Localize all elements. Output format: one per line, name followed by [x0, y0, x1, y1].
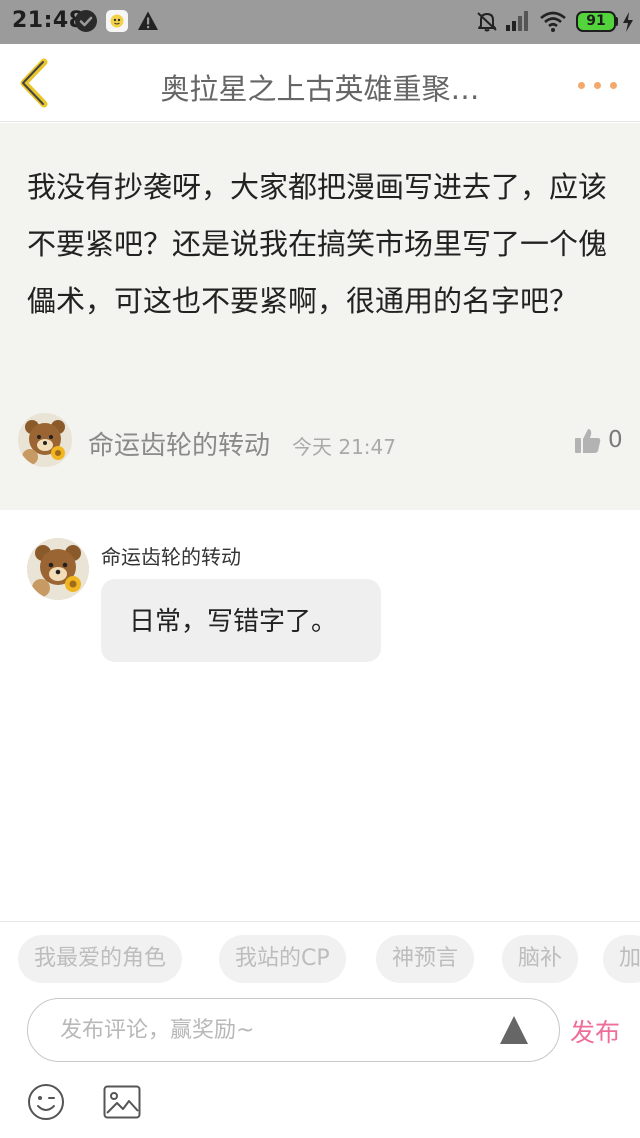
status-bar: 21:48 91 — [0, 0, 640, 44]
chevron-left-icon — [20, 58, 48, 108]
charging-icon — [622, 12, 634, 36]
check-circle-icon — [75, 10, 97, 32]
wifi-icon — [539, 9, 567, 37]
post-time: 今天 21:47 — [292, 435, 396, 459]
thumbs-up-icon — [575, 429, 601, 453]
warning-icon — [137, 10, 159, 36]
bell-muted-icon — [475, 9, 499, 37]
avatar[interactable] — [18, 413, 72, 467]
battery-icon: 91 — [576, 11, 616, 32]
nav-bar: 奥拉星之上古英雄重聚… — [0, 44, 640, 122]
tag-chip[interactable]: 我站的CP — [219, 935, 346, 983]
signal-icon — [505, 10, 531, 36]
comment-input[interactable] — [60, 1013, 490, 1047]
bear-avatar-icon — [18, 413, 72, 467]
post-author[interactable]: 命运齿轮的转动 — [88, 425, 270, 462]
more-dots-icon — [578, 82, 585, 89]
bear-avatar-icon — [27, 538, 89, 600]
send-button[interactable]: 发布 — [570, 1013, 620, 1049]
tag-chips: 我最爱的角色 我站的CP 神预言 脑补 加 — [18, 935, 640, 983]
battery-nub — [615, 17, 618, 26]
tag-chip[interactable]: 我最爱的角色 — [18, 935, 183, 983]
like-button[interactable]: 0 — [574, 425, 624, 457]
back-button[interactable] — [14, 58, 54, 108]
post-card: 我没有抄袭呀，大家都把漫画写进去了，应该不要紧吧？还是说我在搞笑市场里写了一个傀… — [0, 123, 640, 510]
more-dot — [610, 82, 617, 89]
reply-bubble: 日常，写错字了。 — [101, 579, 381, 662]
emoji-icon[interactable] — [27, 1083, 65, 1121]
more-button[interactable] — [578, 80, 624, 92]
page: 21:48 91 奥拉星之上古英雄重聚… 我没有抄袭呀，大家都把漫画写进去了，应… — [0, 0, 640, 1138]
status-time: 21:48 — [12, 8, 85, 33]
more-dot — [594, 82, 601, 89]
reply-text: 日常，写错字了。 — [129, 607, 338, 637]
app-notification-icon — [106, 10, 128, 32]
page-title: 奥拉星之上古英雄重聚… — [160, 72, 480, 106]
triangle-icon[interactable] — [498, 1014, 530, 1046]
reply-avatar[interactable] — [27, 538, 89, 600]
reply-author[interactable]: 命运齿轮的转动 — [101, 541, 241, 570]
image-icon[interactable] — [103, 1085, 141, 1119]
like-count: 0 — [608, 427, 623, 453]
tag-chip[interactable]: 脑补 — [502, 935, 579, 983]
tag-chip[interactable]: 加 — [603, 935, 640, 983]
post-content: 我没有抄袭呀，大家都把漫画写进去了，应该不要紧吧？还是说我在搞笑市场里写了一个傀… — [27, 170, 608, 318]
comment-field[interactable] — [27, 998, 560, 1062]
tag-chip[interactable]: 神预言 — [376, 935, 475, 983]
